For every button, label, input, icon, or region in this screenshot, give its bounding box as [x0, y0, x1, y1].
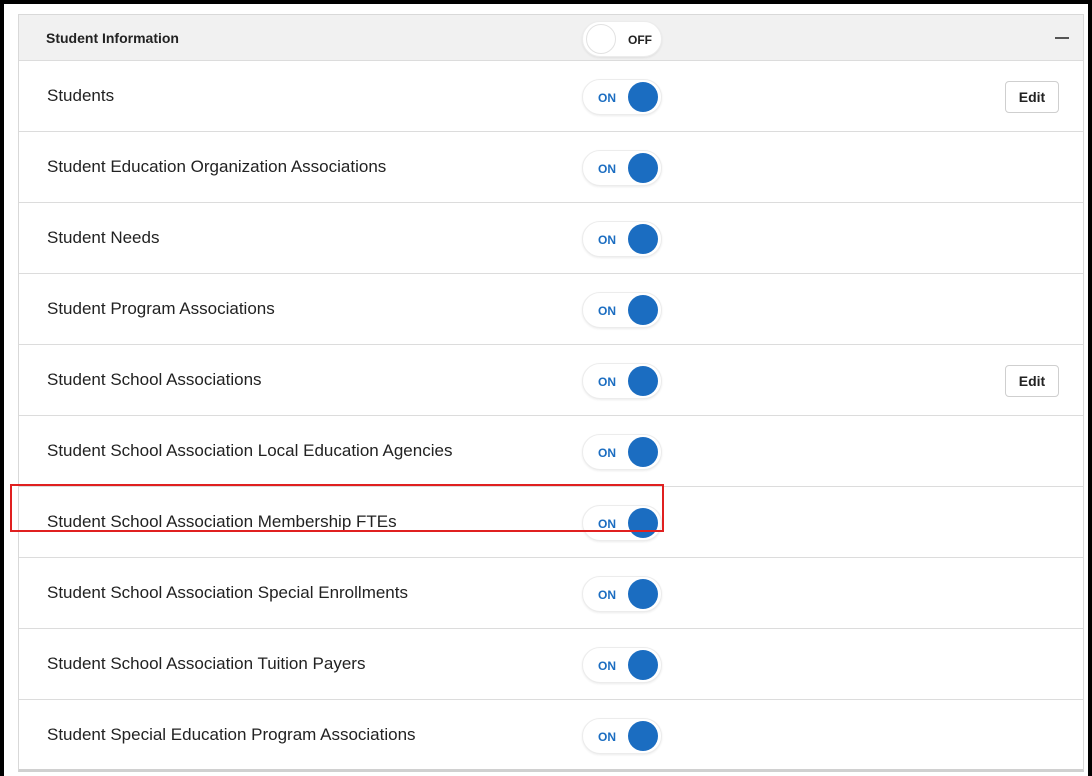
row-label: Student School Association Special Enrol…: [47, 583, 408, 602]
row-toggle[interactable]: ON: [582, 150, 662, 186]
section-title: Student Information: [46, 30, 179, 46]
row-toggle[interactable]: ON: [582, 79, 662, 115]
toggle-state-label: ON: [598, 233, 616, 247]
row-toggle[interactable]: ON: [582, 363, 662, 399]
toggle-state-label: ON: [598, 446, 616, 460]
row-label: Student Needs: [47, 228, 160, 247]
edit-button[interactable]: Edit: [1005, 365, 1059, 397]
row-label: Student School Association Local Educati…: [47, 441, 453, 460]
highlight-box: [10, 484, 664, 532]
toggle-state-label: ON: [598, 730, 616, 744]
toggle-state-label: ON: [598, 91, 616, 105]
toggle-state-label: OFF: [628, 33, 652, 47]
resource-row: Student Education Organization Associati…: [19, 131, 1083, 202]
toggle-knob: [628, 224, 658, 254]
toggle-state-label: ON: [598, 304, 616, 318]
row-label: Student School Associations: [47, 370, 262, 389]
toggle-knob: [628, 82, 658, 112]
toggle-knob: [628, 153, 658, 183]
edit-button[interactable]: Edit: [1005, 81, 1059, 113]
resource-row: Student School Association Tuition Payer…: [19, 628, 1083, 699]
resource-row: Student Needs ON: [19, 202, 1083, 273]
toggle-knob: [628, 366, 658, 396]
row-toggle[interactable]: ON: [582, 647, 662, 683]
toggle-knob: [628, 437, 658, 467]
row-toggle[interactable]: ON: [582, 576, 662, 612]
row-label: Student Special Education Program Associ…: [47, 725, 416, 744]
row-toggle[interactable]: ON: [582, 221, 662, 257]
toggle-knob: [628, 295, 658, 325]
toggle-state-label: ON: [598, 659, 616, 673]
toggle-knob: [586, 24, 616, 54]
student-information-panel: Student Information OFF Students ON Edit…: [18, 14, 1084, 772]
row-label: Students: [47, 86, 115, 105]
row-toggle[interactable]: ON: [582, 434, 662, 470]
section-header: Student Information OFF: [19, 15, 1083, 60]
toggle-state-label: ON: [598, 375, 616, 389]
section-toggle[interactable]: OFF: [582, 21, 662, 57]
toggle-state-label: ON: [598, 588, 616, 602]
toggle-knob: [628, 579, 658, 609]
toggle-state-label: ON: [598, 162, 616, 176]
row-label: Student Program Associations: [47, 299, 275, 318]
resource-row: Student Program Associations ON: [19, 273, 1083, 344]
resource-row: Student Special Education Program Associ…: [19, 699, 1083, 770]
resource-row: Student School Associations ON Edit: [19, 344, 1083, 415]
toggle-knob: [628, 721, 658, 751]
row-label: Student Education Organization Associati…: [47, 157, 387, 176]
row-toggle[interactable]: ON: [582, 292, 662, 328]
toggle-knob: [628, 650, 658, 680]
row-label: Student School Association Tuition Payer…: [47, 654, 366, 673]
row-toggle[interactable]: ON: [582, 718, 662, 754]
resource-row: Student School Association Local Educati…: [19, 415, 1083, 486]
minus-icon[interactable]: [1055, 37, 1069, 39]
resource-row: Student School Association Special Enrol…: [19, 557, 1083, 628]
resource-row: Students ON Edit: [19, 60, 1083, 131]
